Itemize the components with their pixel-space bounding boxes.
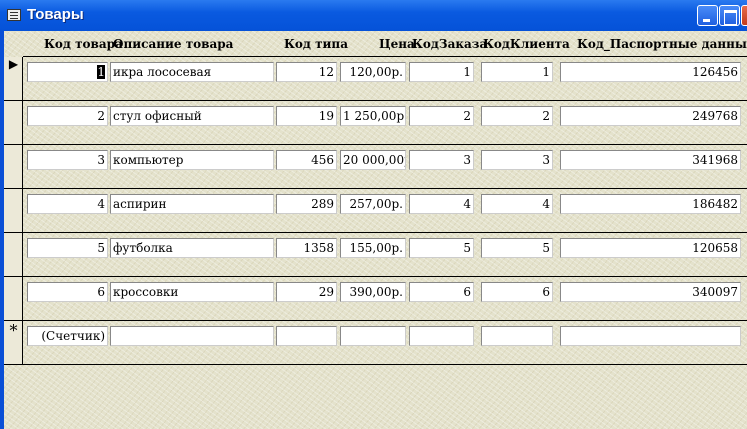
passport-id-field[interactable]: 340097 [560,282,741,302]
minimize-button[interactable] [697,5,718,26]
passport-id-field[interactable]: 120658 [560,238,741,258]
new-product-id-field[interactable]: (Счетчик) [27,326,108,346]
record-selector[interactable] [4,101,23,145]
description-field[interactable]: компьютер [110,150,274,170]
type-id-field[interactable]: 1358 [276,238,337,258]
new-record-row: * (Счетчик) [4,321,747,365]
new-price-field[interactable] [340,326,406,346]
selected-text: 1 [97,65,105,79]
type-id-field[interactable]: 19 [276,106,337,126]
header-type-id: Код типа [284,37,348,51]
description-field[interactable]: футболка [110,238,274,258]
record-selector[interactable] [4,189,23,233]
form-body: Код товара Описание товара Код типа Цена… [4,31,747,429]
order-id-field[interactable]: 2 [409,106,474,126]
record-selector[interactable]: ▶ [4,57,23,101]
passport-id-field[interactable]: 126456 [560,62,741,82]
price-field[interactable]: 120,00р. [340,62,406,82]
product-id-field[interactable]: 3 [27,150,108,170]
new-type-id-field[interactable] [276,326,337,346]
record-row: 5 футболка 1358 155,00р. 5 5 120658 [4,233,747,277]
title-bar: Товары [0,0,747,31]
description-field[interactable]: аспирин [110,194,274,214]
record-row: 2 стул офисный 19 1 250,00р. 2 2 249768 [4,101,747,145]
header-description: Описание товара [113,37,234,51]
client-id-field[interactable]: 4 [481,194,553,214]
window-title: Товары [27,6,84,23]
close-button[interactable] [741,5,747,26]
order-id-field[interactable]: 5 [409,238,474,258]
new-passport-id-field[interactable] [560,326,741,346]
client-id-field[interactable]: 6 [481,282,553,302]
record-row: ▶ 1 икра лососевая 12 120,00р. 1 1 126456 [4,57,747,101]
record-selector[interactable] [4,277,23,321]
header-passport-id: Код_Паспортные данные [577,37,747,51]
order-id-field[interactable]: 3 [409,150,474,170]
type-id-field[interactable]: 29 [276,282,337,302]
record-selector[interactable] [4,233,23,277]
price-field[interactable]: 257,00р. [340,194,406,214]
client-id-field[interactable]: 3 [481,150,553,170]
passport-id-field[interactable]: 341968 [560,150,741,170]
passport-id-field[interactable]: 249768 [560,106,741,126]
price-field[interactable]: 390,00р. [340,282,406,302]
product-id-field[interactable]: 2 [27,106,108,126]
maximize-button[interactable] [719,5,740,26]
order-id-field[interactable]: 1 [409,62,474,82]
header-price: Цена [379,37,415,51]
description-field[interactable]: икра лососевая [110,62,274,82]
product-id-field[interactable]: 6 [27,282,108,302]
type-id-field[interactable]: 456 [276,150,337,170]
type-id-field[interactable]: 12 [276,62,337,82]
header-product-id: Код товара [44,37,123,51]
price-field[interactable]: 20 000,00р. [340,150,406,170]
order-id-field[interactable]: 4 [409,194,474,214]
product-id-field[interactable]: 5 [27,238,108,258]
price-field[interactable]: 155,00р. [340,238,406,258]
record-selector[interactable] [4,145,23,189]
record-row: 3компьютер45620 000,00р.33341968 [4,145,747,189]
price-field[interactable]: 1 250,00р. [340,106,406,126]
client-id-field[interactable]: 5 [481,238,553,258]
passport-id-field[interactable]: 186482 [560,194,741,214]
record-row: 4 аспирин 289 257,00р. 4 4 186482 [4,189,747,233]
header-client-id: КодКлиента [483,37,570,51]
client-id-field[interactable]: 1 [481,62,553,82]
new-record-icon[interactable]: * [4,321,23,365]
header-order-id: КодЗаказа [412,37,488,51]
new-order-id-field[interactable] [409,326,474,346]
product-id-field[interactable]: 4 [27,194,108,214]
description-field[interactable]: стул офисный [110,106,274,126]
product-id-field[interactable]: 1 [27,62,108,82]
record-row: 6 кроссовки 29 390,00р. 6 6 340097 [4,277,747,321]
form-icon [7,9,21,21]
client-id-field[interactable]: 2 [481,106,553,126]
new-description-field[interactable] [110,326,274,346]
description-field[interactable]: кроссовки [110,282,274,302]
new-client-id-field[interactable] [481,326,553,346]
type-id-field[interactable]: 289 [276,194,337,214]
order-id-field[interactable]: 6 [409,282,474,302]
